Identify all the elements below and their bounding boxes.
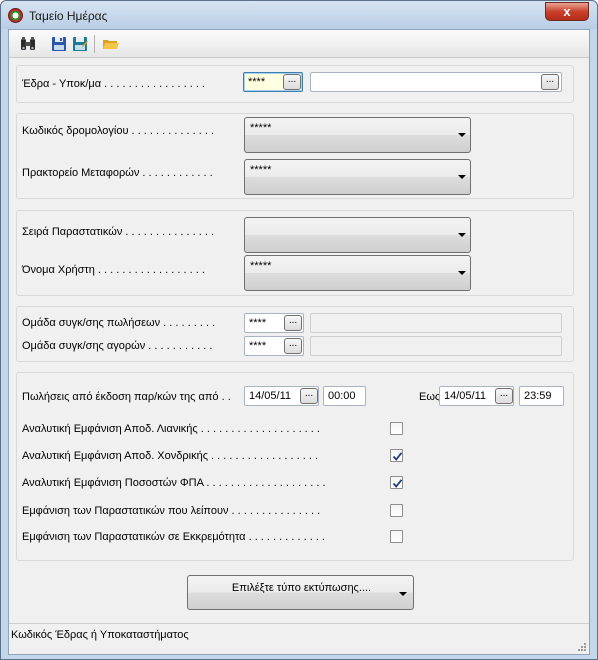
seira-label: Σειρά Παραστατικών . . . . . . . . . . .… bbox=[22, 226, 215, 238]
check-icon bbox=[392, 452, 403, 461]
group-edra: Έδρα - Υποκ/μα . . . . . . . . . . . . .… bbox=[16, 65, 574, 103]
edra-name-input[interactable] bbox=[310, 72, 562, 92]
client-area: Έδρα - Υποκ/μα . . . . . . . . . . . . .… bbox=[8, 29, 590, 655]
praktoreio-label: Πρακτορείο Μεταφορών . . . . . . . . . .… bbox=[22, 167, 213, 179]
group-series-user: Σειρά Παραστατικών . . . . . . . . . . .… bbox=[16, 210, 574, 296]
window-title: Ταμείο Ημέρας bbox=[29, 9, 108, 23]
edra-name-lookup-button[interactable]: ... bbox=[541, 74, 559, 90]
close-button[interactable]: x bbox=[545, 2, 589, 21]
seira-select[interactable] bbox=[244, 217, 471, 253]
group-route: Κωδικός δρομολογίου . . . . . . . . . . … bbox=[16, 113, 574, 199]
onoma-xristi-label: Όνομα Χρήστη . . . . . . . . . . . . . .… bbox=[22, 264, 205, 276]
option-checkbox-pending[interactable] bbox=[390, 530, 403, 543]
date-range-label: Πωλήσεις από έκδοση παρ/κών της από . . bbox=[22, 391, 231, 403]
chevron-down-icon bbox=[458, 175, 466, 179]
toolbar-separator bbox=[94, 35, 95, 53]
resize-grip-icon[interactable] bbox=[577, 642, 587, 652]
title-bar[interactable]: Ταμείο Ημέρας x bbox=[1, 1, 597, 29]
omada-agoron-lookup-button[interactable]: ... bbox=[284, 338, 302, 354]
onoma-xristi-select[interactable]: ***** bbox=[244, 255, 471, 291]
close-icon: x bbox=[563, 4, 571, 19]
option-checkbox-missing[interactable] bbox=[390, 504, 403, 517]
omada-poliseon-label: Ομάδα συγκ/σης πωλήσεων . . . . . . . . … bbox=[22, 317, 216, 329]
omada-poliseon-lookup-button[interactable]: ... bbox=[284, 315, 302, 331]
option-label-lianikis: Αναλυτική Εμφάνιση Αποδ. Λιανικής . . . … bbox=[22, 423, 320, 435]
toolbar bbox=[9, 30, 589, 58]
app-icon bbox=[8, 8, 23, 23]
from-time-input[interactable]: 00:00 bbox=[323, 386, 366, 406]
status-text: Κωδικός Έδρας ή Υποκαταστήματος bbox=[11, 629, 189, 641]
from-date-picker-button[interactable]: ... bbox=[300, 388, 318, 404]
kodikos-dromologiou-value: ***** bbox=[250, 122, 272, 134]
chevron-down-icon bbox=[399, 592, 407, 596]
group-options: Πωλήσεις από έκδοση παρ/κών της από . . … bbox=[16, 372, 574, 561]
option-checkbox-lianikis[interactable] bbox=[390, 422, 403, 435]
option-checkbox-xondrikis[interactable] bbox=[390, 449, 403, 462]
save-as-icon[interactable] bbox=[71, 35, 89, 53]
status-bar: Κωδικός Έδρας ή Υποκαταστήματος bbox=[9, 623, 589, 654]
option-label-xondrikis: Αναλυτική Εμφάνιση Αποδ. Χονδρικής . . .… bbox=[22, 450, 319, 462]
to-label: Εως bbox=[419, 391, 441, 403]
save-icon[interactable] bbox=[50, 35, 68, 53]
edra-lookup-button[interactable]: ... bbox=[283, 74, 301, 90]
group-consolidation: Ομάδα συγκ/σης πωλήσεων . . . . . . . . … bbox=[16, 306, 574, 362]
onoma-xristi-value: ***** bbox=[250, 260, 272, 272]
kodikos-dromologiou-select[interactable]: ***** bbox=[244, 117, 471, 153]
omada-agoron-name-input[interactable] bbox=[310, 336, 562, 356]
chevron-down-icon bbox=[458, 233, 466, 237]
option-label-pending: Εμφάνιση των Παραστατικών σε Εκκρεμότητα… bbox=[22, 531, 325, 543]
option-label-missing: Εμφάνιση των Παραστατικών που λείπουν . … bbox=[22, 505, 321, 517]
kodikos-dromologiou-label: Κωδικός δρομολογίου . . . . . . . . . . … bbox=[22, 125, 215, 137]
chevron-down-icon bbox=[458, 271, 466, 275]
to-date-picker-button[interactable]: ... bbox=[495, 388, 513, 404]
binoculars-icon[interactable] bbox=[19, 35, 37, 53]
check-icon bbox=[392, 479, 403, 488]
open-folder-icon[interactable] bbox=[102, 35, 120, 53]
print-type-label: Επιλέξτε τύπο εκτύπωσης.... bbox=[231, 582, 372, 594]
window: Ταμείο Ημέρας x Έδρα - Υποκ/μα . . . . .… bbox=[0, 0, 598, 660]
praktoreio-value: ***** bbox=[250, 164, 272, 176]
option-checkbox-fpa[interactable] bbox=[390, 476, 403, 489]
praktoreio-select[interactable]: ***** bbox=[244, 159, 471, 195]
edra-label: Έδρα - Υποκ/μα . . . . . . . . . . . . .… bbox=[22, 78, 205, 90]
option-label-fpa: Αναλυτική Εμφάνιση Ποσοστών ΦΠΑ . . . . … bbox=[22, 477, 326, 489]
chevron-down-icon bbox=[458, 133, 466, 137]
omada-agoron-label: Ομάδα συγκ/σης αγορών . . . . . . . . . … bbox=[22, 340, 213, 352]
to-time-input[interactable]: 23:59 bbox=[519, 386, 564, 406]
omada-poliseon-name-input[interactable] bbox=[310, 313, 562, 333]
print-type-button[interactable]: Επιλέξτε τύπο εκτύπωσης.... bbox=[187, 575, 414, 610]
